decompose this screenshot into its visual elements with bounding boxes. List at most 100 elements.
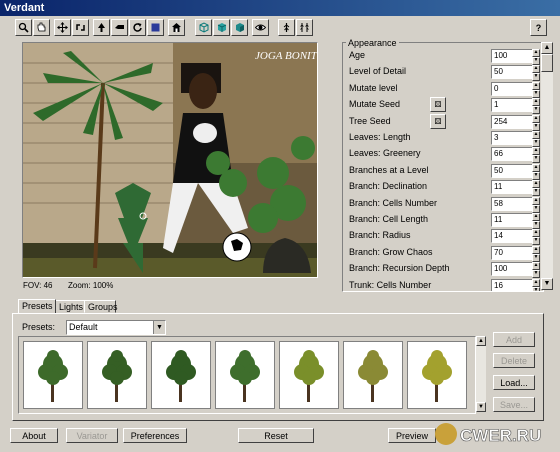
- preset-tree-4[interactable]: [215, 341, 275, 409]
- tree-thumbnail-icon: [166, 350, 196, 402]
- single-tree-icon[interactable]: [278, 19, 295, 36]
- render-viewport[interactable]: JOGA BONITO: [22, 42, 318, 278]
- spin-up-icon[interactable]: ▲: [532, 81, 540, 90]
- tab-lights[interactable]: Lights: [55, 300, 85, 313]
- preset-tree-1[interactable]: [23, 341, 83, 409]
- param-value-field[interactable]: 100: [491, 49, 533, 63]
- delete-button[interactable]: Delete: [493, 353, 535, 368]
- param-spinner[interactable]: ▲ ▼: [532, 196, 540, 213]
- param-value-field[interactable]: 254: [491, 114, 533, 129]
- load-button[interactable]: Load...: [493, 375, 535, 390]
- hand-icon[interactable]: [33, 19, 50, 36]
- preset-tree-6[interactable]: [343, 341, 403, 409]
- param-spinner[interactable]: ▲ ▼: [532, 262, 540, 279]
- preset-tree-3[interactable]: [151, 341, 211, 409]
- param-spinner[interactable]: ▲ ▼: [532, 229, 540, 246]
- square-icon[interactable]: [147, 19, 164, 36]
- home-icon[interactable]: [168, 19, 185, 36]
- param-value-field[interactable]: 11: [491, 213, 533, 227]
- param-value-field[interactable]: 0: [491, 81, 533, 96]
- spin-up-icon[interactable]: ▲: [532, 163, 540, 172]
- spin-up-icon[interactable]: ▲: [532, 114, 540, 123]
- preset-tree-7[interactable]: [407, 341, 467, 409]
- add-button[interactable]: Add: [493, 332, 535, 347]
- presets-label: Presets:: [22, 322, 56, 332]
- presets-dropdown[interactable]: Default ▼: [66, 320, 166, 335]
- about-button[interactable]: About: [10, 428, 58, 443]
- param-spinner[interactable]: ▲ ▼: [532, 98, 540, 115]
- param-value-field[interactable]: 3: [491, 131, 533, 145]
- param-spinner[interactable]: ▲ ▼: [532, 213, 540, 229]
- param-value-field[interactable]: 16: [491, 278, 533, 291]
- scroll-thumb[interactable]: [541, 54, 553, 72]
- save-button[interactable]: Save...: [493, 397, 535, 412]
- variator-button[interactable]: Variator: [66, 428, 118, 443]
- cube-solid-icon[interactable]: [213, 19, 230, 36]
- param-value-field[interactable]: 1: [491, 98, 533, 113]
- preset-scrollbar[interactable]: ▲ ▼: [476, 336, 486, 412]
- viewport-caption: JOGA BONITO: [255, 50, 317, 62]
- spin-up-icon[interactable]: ▲: [532, 180, 540, 189]
- param-value-field[interactable]: 11: [491, 180, 533, 195]
- move-icon[interactable]: [54, 19, 71, 36]
- variator-label: Variator: [76, 431, 108, 441]
- spin-up-icon[interactable]: ▲: [532, 229, 540, 238]
- tab-groups[interactable]: Groups: [84, 300, 118, 313]
- param-spinner[interactable]: ▲ ▼: [532, 163, 540, 180]
- scroll-up-icon[interactable]: ▲: [476, 336, 486, 346]
- spin-down-icon[interactable]: ▼: [532, 286, 540, 291]
- appearance-scrollbar[interactable]: ▲ ▼: [541, 42, 553, 290]
- preset-tree-2[interactable]: [87, 341, 147, 409]
- rotate-icon[interactable]: [72, 19, 89, 36]
- param-spinner[interactable]: ▲ ▼: [532, 114, 540, 131]
- tab-presets[interactable]: Presets: [18, 299, 56, 313]
- dice-icon[interactable]: ⚄: [430, 97, 446, 113]
- param-value-field[interactable]: 70: [491, 245, 533, 260]
- tree-edit-icon[interactable]: [93, 19, 110, 36]
- spin-up-icon[interactable]: ▲: [532, 245, 540, 254]
- param-value-field[interactable]: 58: [491, 196, 533, 211]
- preset-thumbnail-strip[interactable]: [18, 336, 476, 414]
- spin-up-icon[interactable]: ▲: [532, 49, 540, 57]
- dice-icon[interactable]: ⚄: [430, 113, 446, 129]
- spin-up-icon[interactable]: ▲: [532, 196, 540, 205]
- zoom-value: 100%: [92, 281, 114, 290]
- preset-tree-5[interactable]: [279, 341, 339, 409]
- param-spinner[interactable]: ▲ ▼: [532, 147, 540, 164]
- param-value-field[interactable]: 14: [491, 229, 533, 244]
- param-value-field[interactable]: 50: [491, 163, 533, 178]
- param-spinner[interactable]: ▲ ▼: [532, 180, 540, 197]
- eye-icon[interactable]: [252, 19, 269, 36]
- scroll-down-icon[interactable]: ▼: [541, 278, 553, 290]
- param-spinner[interactable]: ▲ ▼: [532, 278, 540, 291]
- spin-up-icon[interactable]: ▲: [532, 131, 540, 139]
- spin-up-icon[interactable]: ▲: [532, 65, 540, 74]
- spin-up-icon[interactable]: ▲: [532, 262, 540, 271]
- spin-up-icon[interactable]: ▲: [532, 98, 540, 107]
- param-spinner[interactable]: ▲ ▼: [532, 49, 540, 65]
- scroll-down-icon[interactable]: ▼: [476, 402, 486, 412]
- prune-icon[interactable]: [111, 19, 128, 36]
- param-value-field[interactable]: 100: [491, 262, 533, 277]
- redo-icon[interactable]: [129, 19, 146, 36]
- param-spinner[interactable]: ▲ ▼: [532, 65, 540, 82]
- spin-up-icon[interactable]: ▲: [532, 213, 540, 221]
- reset-button[interactable]: Reset: [238, 428, 314, 443]
- preview-button[interactable]: Preview: [388, 428, 436, 443]
- chevron-down-icon[interactable]: ▼: [153, 321, 165, 334]
- spin-up-icon[interactable]: ▲: [532, 147, 540, 156]
- cube-shaded-icon[interactable]: [231, 19, 248, 36]
- tree-group-icon[interactable]: [296, 19, 313, 36]
- param-spinner[interactable]: ▲ ▼: [532, 245, 540, 262]
- param-spinner[interactable]: ▲ ▼: [532, 81, 540, 98]
- delete-button-label: Delete: [500, 356, 527, 366]
- preferences-button[interactable]: Preferences: [123, 428, 187, 443]
- scroll-up-icon[interactable]: ▲: [541, 42, 553, 54]
- zoom-icon[interactable]: [15, 19, 32, 36]
- help-button[interactable]: ?: [530, 19, 547, 36]
- spin-up-icon[interactable]: ▲: [532, 278, 540, 287]
- param-value-field[interactable]: 66: [491, 147, 533, 162]
- cube-icon[interactable]: [195, 19, 212, 36]
- param-value-field[interactable]: 50: [491, 65, 533, 80]
- param-spinner[interactable]: ▲ ▼: [532, 131, 540, 147]
